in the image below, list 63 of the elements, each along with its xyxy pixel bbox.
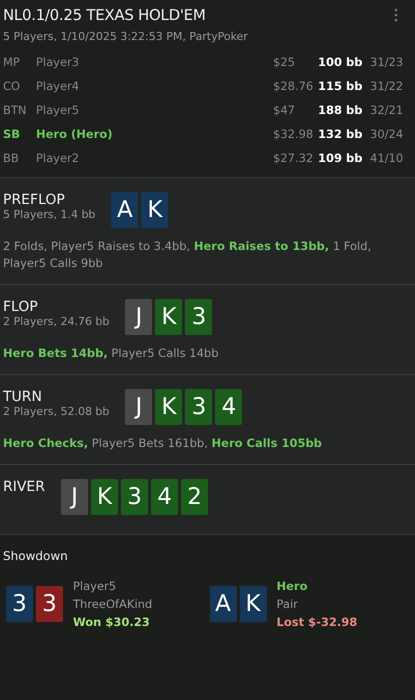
player-stack-bb: 188 bb: [318, 103, 364, 117]
showdown-title: Showdown: [3, 549, 69, 563]
player-position: BB: [3, 151, 20, 165]
playing-card: J: [61, 479, 88, 515]
player-stack: $32.98: [273, 127, 314, 141]
street-actions: Hero Bets 14bb, Player5 Calls 14bb: [3, 345, 220, 362]
street-name: FLOP: [3, 299, 39, 315]
playing-card: K: [240, 586, 266, 622]
playing-card: A: [210, 586, 236, 622]
playing-card: 3: [185, 299, 212, 335]
playing-card: 4: [151, 479, 178, 515]
street-actions: Hero Checks, Player5 Bets 161bb, Hero Calls 105bb: [3, 435, 323, 452]
playing-card: 3: [121, 479, 148, 515]
hand-result: Won $30.23: [73, 615, 151, 629]
player-stats: 32/21: [370, 103, 404, 117]
player-position: CO: [3, 79, 22, 93]
playing-card: 3: [6, 586, 33, 622]
player-stack-bb: 109 bb: [318, 151, 364, 165]
playing-card: 3: [36, 586, 63, 622]
player-stack: $47: [273, 103, 296, 117]
player-name: Hero (Hero): [36, 127, 114, 141]
playing-card: K: [141, 192, 168, 228]
street-name: RIVER: [3, 479, 46, 495]
playing-card: K: [155, 389, 182, 425]
player-position: BTN: [3, 103, 28, 117]
street-actions: 2 Folds, Player5 Raises to 3.4bb, Hero Raises to 13bb, 1 Fold, Player5 Calls 9bb: [3, 238, 372, 272]
player-stack: $25: [273, 55, 296, 69]
playing-card: J: [125, 299, 152, 335]
game-title: NL0.1/0.25 TEXAS HOLD'EM: [3, 6, 206, 24]
player-name: Player2: [36, 151, 80, 165]
player-stats: 31/22: [370, 79, 404, 93]
player-stack: $27.32: [273, 151, 314, 165]
playing-card: 4: [215, 389, 242, 425]
player-stack: $28.76: [273, 79, 314, 93]
playing-card: A: [111, 192, 138, 228]
playing-card: K: [155, 299, 182, 335]
playing-card: J: [125, 389, 152, 425]
player-position: MP: [3, 55, 21, 69]
hand-result: Lost $-32.98: [276, 615, 358, 629]
street-name: PREFLOP: [3, 192, 66, 208]
more-options-icon[interactable]: [394, 8, 398, 22]
playing-card: 2: [181, 479, 208, 515]
street-info: 5 Players, 1.4 bb: [3, 208, 96, 221]
player-name: Player5: [36, 103, 80, 117]
hand-rank: Pair: [276, 597, 299, 611]
player-stats: 30/24: [370, 127, 404, 141]
player-stats: 31/23: [370, 55, 404, 69]
player-stack-bb: 132 bb: [318, 127, 364, 141]
player-name: Player4: [36, 79, 80, 93]
player-name: Player3: [36, 55, 80, 69]
street-name: TURN: [3, 389, 43, 405]
player-name: Player5: [73, 579, 118, 593]
street-info: 2 Players, 24.76 bb: [3, 315, 110, 328]
player-stack-bb: 115 bb: [318, 79, 364, 93]
street-info: 2 Players, 52.08 bb: [3, 405, 110, 418]
player-name: Hero: [276, 579, 308, 593]
playing-card: K: [91, 479, 118, 515]
hand-rank: ThreeOfAKind: [73, 597, 152, 611]
player-stats: 41/10: [370, 151, 404, 165]
playing-card: 3: [185, 389, 212, 425]
player-stack-bb: 100 bb: [318, 55, 364, 69]
player-position: SB: [3, 127, 22, 141]
game-info: 5 Players, 1/10/2025 3:22:53 PM, PartyPoker: [3, 30, 249, 43]
